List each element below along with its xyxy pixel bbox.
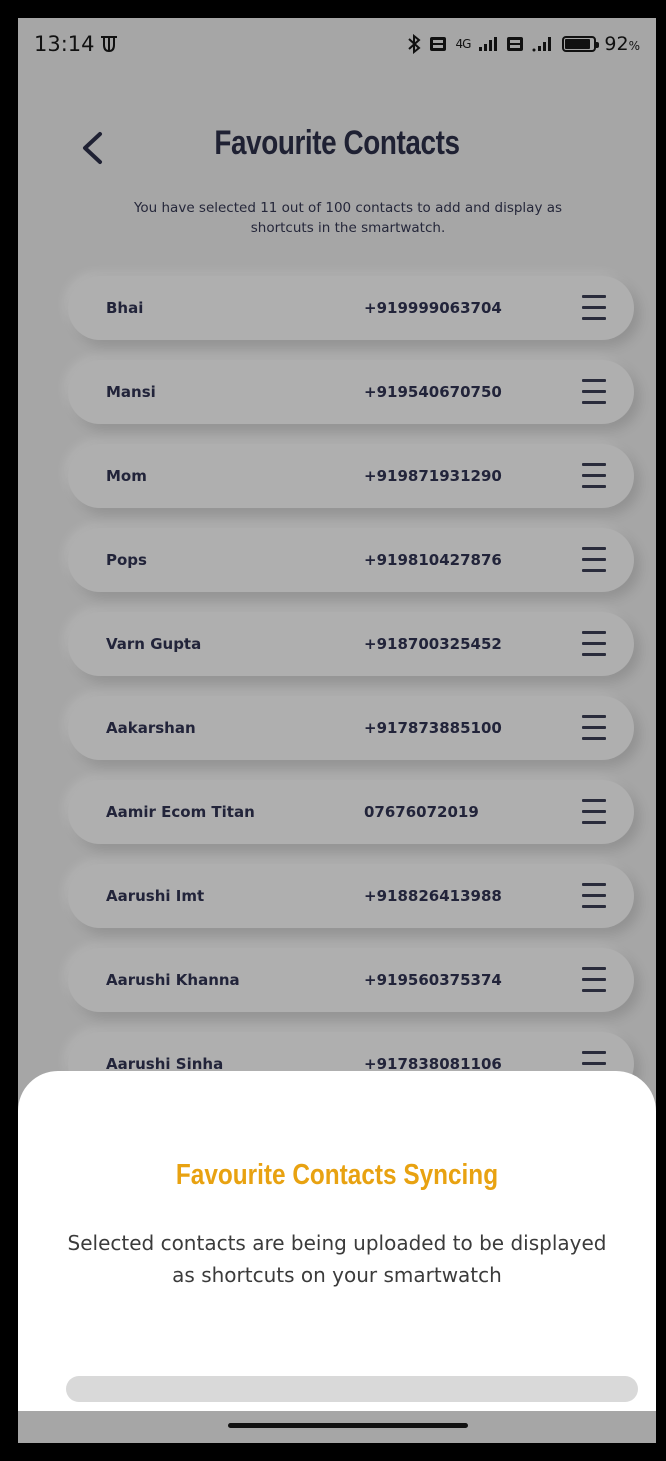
contact-name: Bhai	[106, 299, 144, 317]
contact-phone: +919871931290	[364, 467, 502, 485]
drag-handle-icon[interactable]	[582, 883, 606, 909]
contact-row[interactable]: Aakarshan +917873885100	[68, 696, 634, 760]
battery-suffix: %	[628, 39, 640, 53]
contact-name: Varn Gupta	[106, 635, 202, 653]
drag-handle-icon[interactable]	[582, 379, 606, 405]
contact-name: Aamir Ecom Titan	[106, 803, 255, 821]
contact-name: Aarushi Khanna	[106, 971, 240, 989]
bluetooth-icon	[408, 34, 422, 54]
contact-phone: 07676072019	[364, 803, 479, 821]
contact-row[interactable]: Bhai +919999063704	[68, 276, 634, 340]
network-type: 4G	[455, 37, 471, 51]
contact-phone: +919999063704	[364, 299, 502, 317]
sync-progress-bar	[66, 1376, 638, 1402]
drag-handle-icon[interactable]	[582, 799, 606, 825]
header: Favourite Contacts	[18, 118, 656, 178]
contact-row[interactable]: Mansi +919540670750	[68, 360, 634, 424]
contact-phone: +917873885100	[364, 719, 502, 737]
contact-row[interactable]: Mom +919871931290	[68, 444, 634, 508]
sync-message: Selected contacts are being uploaded to …	[67, 1231, 607, 1287]
contact-name: Pops	[106, 551, 147, 569]
drag-handle-icon[interactable]	[582, 631, 606, 657]
volte-icon	[430, 37, 447, 51]
phone-screen: 13:14 4G 92% Favourite Contacts You have…	[18, 18, 656, 1443]
signal-icon-2	[532, 37, 552, 52]
selection-summary: You have selected 11 out of 100 contacts…	[133, 200, 563, 236]
contact-phone: +919810427876	[364, 551, 502, 569]
battery-level: 92%	[604, 33, 640, 55]
drag-handle-icon[interactable]	[582, 715, 606, 741]
drag-handle-icon[interactable]	[582, 967, 606, 993]
status-left: 13:14	[34, 32, 119, 56]
sync-title: Favourite Contacts Syncing	[175, 1159, 499, 1191]
sync-bottom-sheet: Favourite Contacts Syncing Selected cont…	[18, 1071, 656, 1443]
drag-handle-icon[interactable]	[582, 547, 606, 573]
home-indicator[interactable]	[228, 1423, 468, 1428]
contact-row[interactable]: Aamir Ecom Titan 07676072019	[68, 780, 634, 844]
contact-phone: +919540670750	[364, 383, 502, 401]
contact-phone: +919560375374	[364, 971, 502, 989]
contact-row[interactable]: Pops +919810427876	[68, 528, 634, 592]
status-time: 13:14	[34, 32, 95, 56]
drag-handle-icon[interactable]	[582, 463, 606, 489]
contact-row[interactable]: Aarushi Imt +918826413988	[68, 864, 634, 928]
contact-phone: +918826413988	[364, 887, 502, 905]
app-notification-icon	[100, 36, 117, 53]
signal-icon	[479, 37, 498, 51]
contact-name: Mansi	[106, 383, 156, 401]
contact-name: Mom	[106, 467, 147, 485]
drag-handle-icon[interactable]	[582, 295, 606, 321]
contact-phone: +918700325452	[364, 635, 502, 653]
contact-name: Aarushi Imt	[106, 887, 205, 905]
battery-percent: 92	[604, 33, 629, 55]
battery-icon	[562, 36, 600, 52]
status-right: 4G 92%	[407, 33, 640, 55]
contact-name: Aakarshan	[106, 719, 196, 737]
status-bar: 13:14 4G 92%	[18, 18, 656, 70]
page-title: Favourite Contacts	[214, 124, 460, 162]
contact-row[interactable]: Varn Gupta +918700325452	[68, 612, 634, 676]
volte-icon-2	[507, 37, 524, 51]
navigation-bar	[18, 1411, 656, 1443]
contact-row[interactable]: Aarushi Khanna +919560375374	[68, 948, 634, 1012]
